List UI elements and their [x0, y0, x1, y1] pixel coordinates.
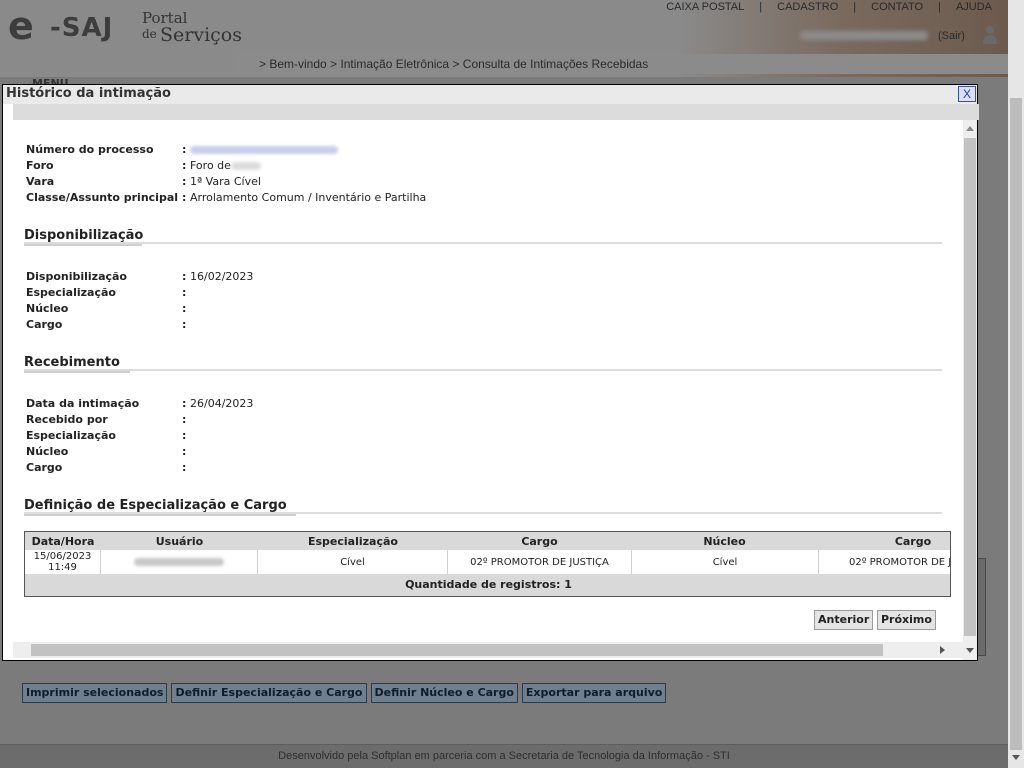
section-divider — [24, 369, 942, 371]
cell-data-hora: 15/06/2023 11:49 — [25, 550, 101, 574]
field-label: Número do processo — [26, 143, 154, 156]
scroll-down-arrow-icon[interactable] — [966, 648, 974, 653]
horizontal-scrollbar-thumb[interactable] — [31, 644, 883, 656]
dialog-vertical-scrollbar[interactable] — [963, 120, 977, 660]
column-header[interactable]: Data/Hora — [25, 535, 101, 548]
dialog-horizontal-scrollbar[interactable] — [13, 642, 963, 658]
define-specialization-button[interactable]: Definir Especialização e Cargo — [171, 683, 367, 703]
process-number-redacted[interactable] — [190, 143, 338, 156]
section-title-disponibilizacao: Disponibilização — [24, 228, 144, 243]
scroll-down-arrow-icon[interactable] — [1012, 755, 1020, 760]
nav-separator: | — [938, 1, 941, 13]
record-count: Quantidade de registros: 1 — [25, 574, 950, 596]
section-title-recebimento: Recebimento — [24, 355, 120, 370]
nav-caixa-postal[interactable]: CAIXA POSTAL — [666, 1, 744, 13]
dialog-title: Histórico da intimação — [6, 86, 171, 101]
top-navigation: CAIXA POSTAL | CADASTRO | CONTATO | AJUD… — [666, 0, 992, 14]
next-button[interactable]: Próximo — [877, 610, 936, 630]
column-header[interactable]: Cargo — [448, 535, 631, 548]
field-value: Arrolamento Comum / Inventário e Partilh… — [190, 191, 427, 204]
logo-de: de — [142, 27, 157, 41]
dialog-band — [13, 104, 979, 120]
cell-cargo: 02º PROMOTOR DE JUSTIÇA — [448, 550, 632, 574]
logo-saj: -SAJ — [50, 13, 114, 43]
column-header[interactable]: Núcleo — [631, 535, 818, 548]
field-value: Foro de — [190, 159, 231, 172]
user-icon[interactable] — [982, 25, 998, 45]
previous-button[interactable]: Anterior — [814, 610, 874, 630]
nav-separator: | — [759, 1, 763, 13]
cell-especializacao: Cível — [258, 550, 448, 574]
section-divider — [24, 512, 942, 514]
scroll-up-arrow-icon[interactable] — [966, 126, 974, 131]
logo-e: e — [8, 4, 34, 48]
table-header: Data/Hora Usuário Especialização Cargo N… — [25, 532, 950, 550]
cell-nucleo: Cível — [632, 550, 819, 574]
logout-link[interactable]: (Sair) — [938, 30, 965, 42]
breadcrumb: > Bem-vindo > Intimação Eletrônica > Con… — [236, 54, 1008, 74]
user-name-redacted — [800, 31, 928, 40]
column-header[interactable]: Cargo — [818, 535, 950, 548]
field-label: Vara — [26, 175, 55, 188]
page-footer: Desenvolvido pela Softplan em parceria c… — [0, 744, 1008, 768]
scroll-right-arrow-icon[interactable] — [940, 646, 945, 654]
logo-servicos: Serviços — [160, 24, 242, 46]
close-button[interactable]: X — [958, 86, 976, 102]
section-divider — [24, 242, 942, 244]
define-nucleus-button[interactable]: Definir Núcleo e Cargo — [370, 683, 518, 703]
nav-contato[interactable]: CONTATO — [871, 1, 923, 13]
cell-cargo: 02º PROMOTOR DE JU — [849, 556, 951, 568]
field-label: Foro — [26, 159, 54, 172]
section-title-definicao: Definição de Especialização e Cargo — [24, 498, 287, 513]
field-label: Classe/Assunto principal — [26, 191, 179, 204]
print-selected-button[interactable]: Imprimir selecionados — [22, 683, 168, 703]
nav-ajuda[interactable]: AJUDA — [956, 1, 992, 13]
esaj-logo[interactable]: e -SAJ Portal de Serviços — [8, 4, 242, 50]
cell-usuario — [101, 550, 258, 574]
page-scrollbar[interactable] — [1008, 0, 1024, 768]
nav-separator: | — [853, 1, 857, 13]
column-header[interactable]: Especialização — [258, 535, 448, 548]
nav-cadastro[interactable]: CADASTRO — [777, 1, 838, 13]
table-row[interactable]: 15/06/2023 11:49 Cível 02º PROMOTOR DE J… — [25, 550, 951, 574]
foro-redacted — [230, 162, 261, 170]
history-table: Data/Hora Usuário Especialização Cargo N… — [24, 531, 951, 597]
dialog-titlebar[interactable]: Histórico da intimação X — [3, 85, 977, 104]
vertical-scrollbar-thumb[interactable] — [964, 138, 976, 636]
field-value: 1ª Vara Cível — [190, 175, 261, 188]
export-file-button[interactable]: Exportar para arquivo — [521, 683, 667, 703]
intimation-history-dialog: Histórico da intimação X Número do proce… — [2, 84, 979, 661]
page-scrollbar-thumb[interactable] — [1010, 98, 1022, 750]
action-bar: Imprimir selecionados Definir Especializ… — [22, 683, 667, 703]
column-header[interactable]: Usuário — [101, 535, 258, 548]
